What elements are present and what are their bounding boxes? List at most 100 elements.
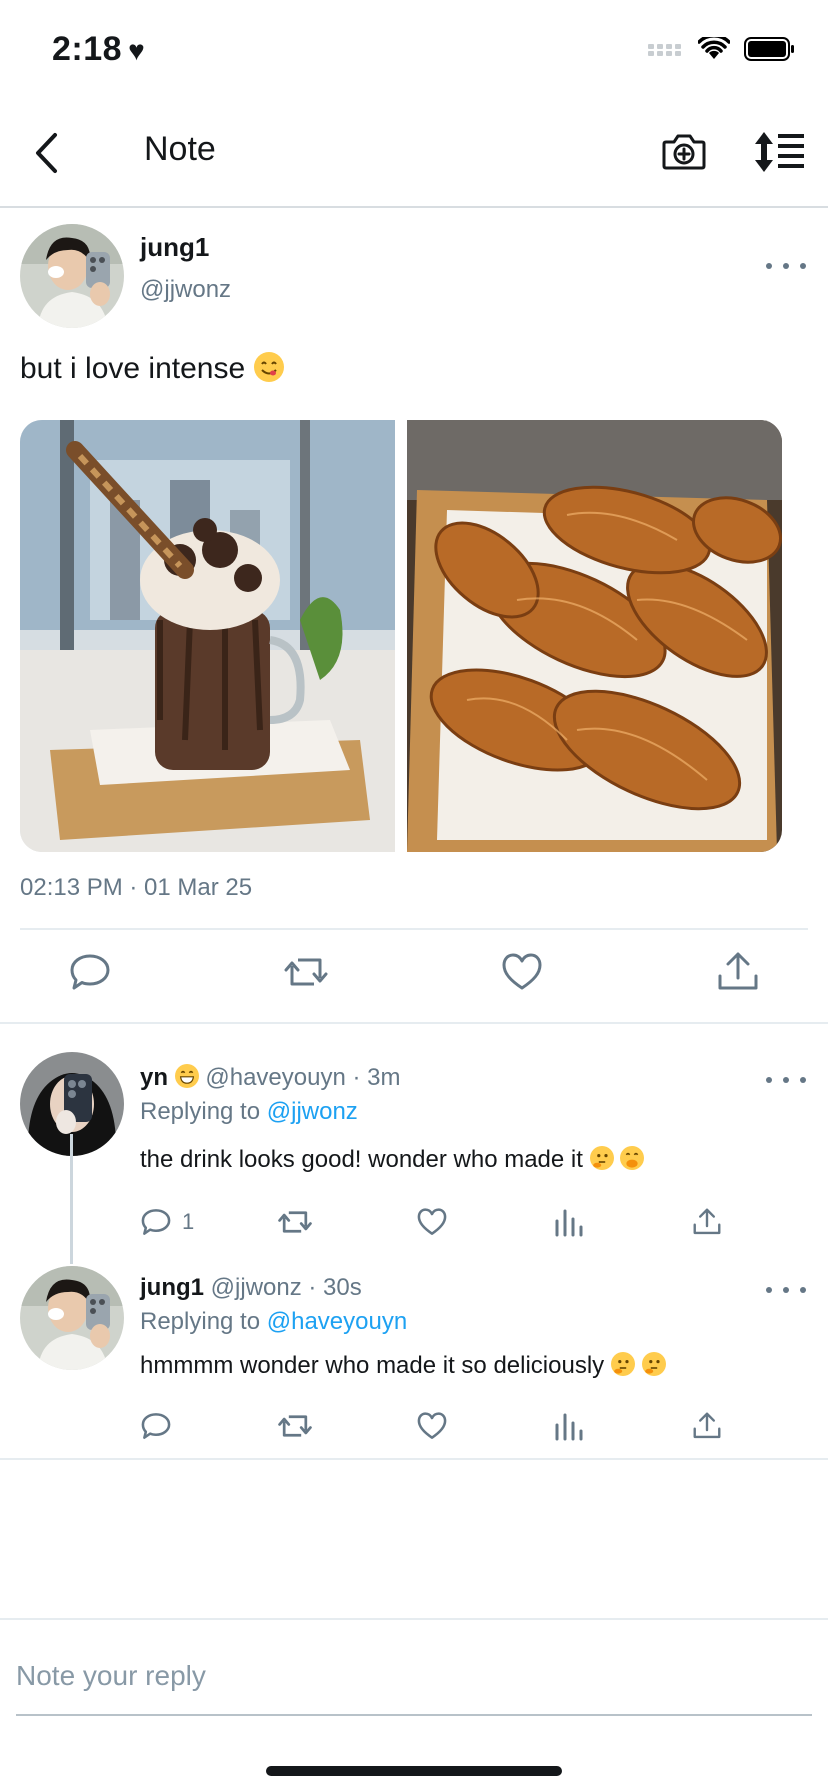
reply-text: the drink looks good! wonder who made it xyxy=(140,1146,645,1174)
status-icons xyxy=(648,36,796,62)
bar-chart-icon xyxy=(555,1209,583,1237)
battery-icon xyxy=(744,37,794,61)
post-photos xyxy=(20,420,782,852)
share-icon xyxy=(693,1208,721,1235)
reply-text-content: the drink looks good! wonder who made it xyxy=(140,1146,583,1173)
thinking-face-emoji xyxy=(641,1352,666,1376)
reply-handle-time[interactable]: @haveyouyn · 3m xyxy=(205,1064,400,1091)
avatar[interactable] xyxy=(20,224,124,328)
analytics-button[interactable] xyxy=(554,1204,584,1240)
reply-text: hmmmm wonder who made it so deliciously xyxy=(140,1352,666,1380)
reply-header: jung1 @jjwonz · 30s xyxy=(140,1274,362,1302)
reply-handle-time[interactable]: @jjwonz · 30s xyxy=(211,1274,362,1301)
compose-divider xyxy=(0,1618,828,1620)
reply-actions: 1 xyxy=(140,1204,722,1244)
retweet-button[interactable] xyxy=(278,1408,312,1444)
retweet-button[interactable] xyxy=(284,950,328,994)
camera-plus-icon xyxy=(662,134,706,170)
more-options-button[interactable] xyxy=(766,1280,806,1300)
reply-text-content: hmmmm wonder who made it so deliciously xyxy=(140,1352,605,1379)
reply-actions xyxy=(140,1408,722,1448)
replying-label: Replying to xyxy=(140,1098,267,1125)
status-time: 2:18 ♥ xyxy=(52,30,145,69)
retweet-icon xyxy=(278,1415,312,1437)
divider xyxy=(20,928,808,930)
share-button[interactable] xyxy=(692,1204,722,1240)
wifi-icon xyxy=(698,37,730,59)
bar-chart-icon xyxy=(555,1413,583,1441)
time-text: 2:18 xyxy=(52,30,123,68)
grin-emoji xyxy=(174,1064,199,1088)
reply-button[interactable]: 1 xyxy=(140,1204,194,1240)
divider xyxy=(0,1022,828,1024)
hand-over-mouth-emoji xyxy=(620,1146,645,1170)
dot xyxy=(783,1287,789,1293)
more-options-button[interactable] xyxy=(766,1070,806,1090)
dot xyxy=(800,1287,806,1293)
reply-header: yn @haveyouyn · 3m xyxy=(140,1064,400,1092)
more-options-button[interactable] xyxy=(766,256,806,276)
like-button[interactable] xyxy=(416,1204,448,1240)
post-actions xyxy=(0,950,828,1010)
share-button[interactable] xyxy=(692,1408,722,1444)
like-icon xyxy=(417,1208,447,1235)
reply-button[interactable] xyxy=(68,950,112,994)
reply-icon xyxy=(141,1209,171,1235)
reply-input[interactable] xyxy=(16,1640,812,1712)
divider xyxy=(0,1458,828,1460)
retweet-icon xyxy=(278,1211,312,1233)
like-icon xyxy=(417,1412,447,1439)
mention-link[interactable]: @haveyouyn xyxy=(267,1308,407,1335)
sort-icon xyxy=(755,132,804,172)
status-bar: 2:18 ♥ xyxy=(0,0,828,100)
thread-connector xyxy=(70,1134,73,1264)
post-text: but i love intense xyxy=(20,352,284,386)
dot xyxy=(800,1077,806,1083)
home-indicator[interactable] xyxy=(266,1766,562,1776)
thinking-face-emoji xyxy=(610,1352,635,1376)
heart-icon: ♥ xyxy=(128,35,146,66)
avatar-image xyxy=(20,224,124,328)
avatar-image xyxy=(20,1266,124,1370)
back-button[interactable] xyxy=(26,128,66,178)
reply-icon xyxy=(141,1413,171,1439)
share-icon xyxy=(693,1412,721,1439)
dot xyxy=(800,263,806,269)
retweet-icon xyxy=(284,958,328,986)
chevron-left-icon xyxy=(36,133,57,173)
author-name[interactable]: jung1 xyxy=(140,232,209,263)
avatar[interactable] xyxy=(20,1266,124,1370)
camera-button[interactable] xyxy=(660,128,708,176)
dot xyxy=(783,263,789,269)
post-text-content: but i love intense xyxy=(20,352,246,385)
retweet-button[interactable] xyxy=(278,1204,312,1240)
dot xyxy=(783,1077,789,1083)
dot xyxy=(766,1287,772,1293)
replying-to: Replying to @jjwonz xyxy=(140,1098,358,1126)
like-button[interactable] xyxy=(500,950,544,994)
post-timestamp: 02:13 PM · 01 Mar 25 xyxy=(20,874,253,901)
replying-label: Replying to xyxy=(140,1308,267,1335)
reply-author-name[interactable]: yn xyxy=(140,1064,168,1091)
dot xyxy=(766,1077,772,1083)
like-button[interactable] xyxy=(416,1408,448,1444)
page-title: Note xyxy=(144,130,216,168)
author-handle[interactable]: @jjwonz xyxy=(140,276,231,304)
share-button[interactable] xyxy=(716,950,760,994)
reply-author-name[interactable]: jung1 xyxy=(140,1274,204,1301)
analytics-button[interactable] xyxy=(554,1408,584,1444)
cellular-dots-icon xyxy=(648,44,681,56)
reply-button[interactable] xyxy=(140,1408,172,1444)
nav-bar: Note xyxy=(0,100,828,208)
thinking-face-emoji xyxy=(589,1146,614,1170)
input-underline xyxy=(16,1714,812,1716)
like-icon xyxy=(502,953,542,990)
sort-button[interactable] xyxy=(752,128,806,176)
photo-milkshake[interactable] xyxy=(20,420,395,852)
share-icon xyxy=(718,952,758,990)
photo-croissants[interactable] xyxy=(407,420,782,852)
replying-to: Replying to @haveyouyn xyxy=(140,1308,407,1336)
mention-link[interactable]: @jjwonz xyxy=(267,1098,358,1125)
reply-count: 1 xyxy=(182,1209,195,1234)
reply-icon xyxy=(70,954,110,990)
